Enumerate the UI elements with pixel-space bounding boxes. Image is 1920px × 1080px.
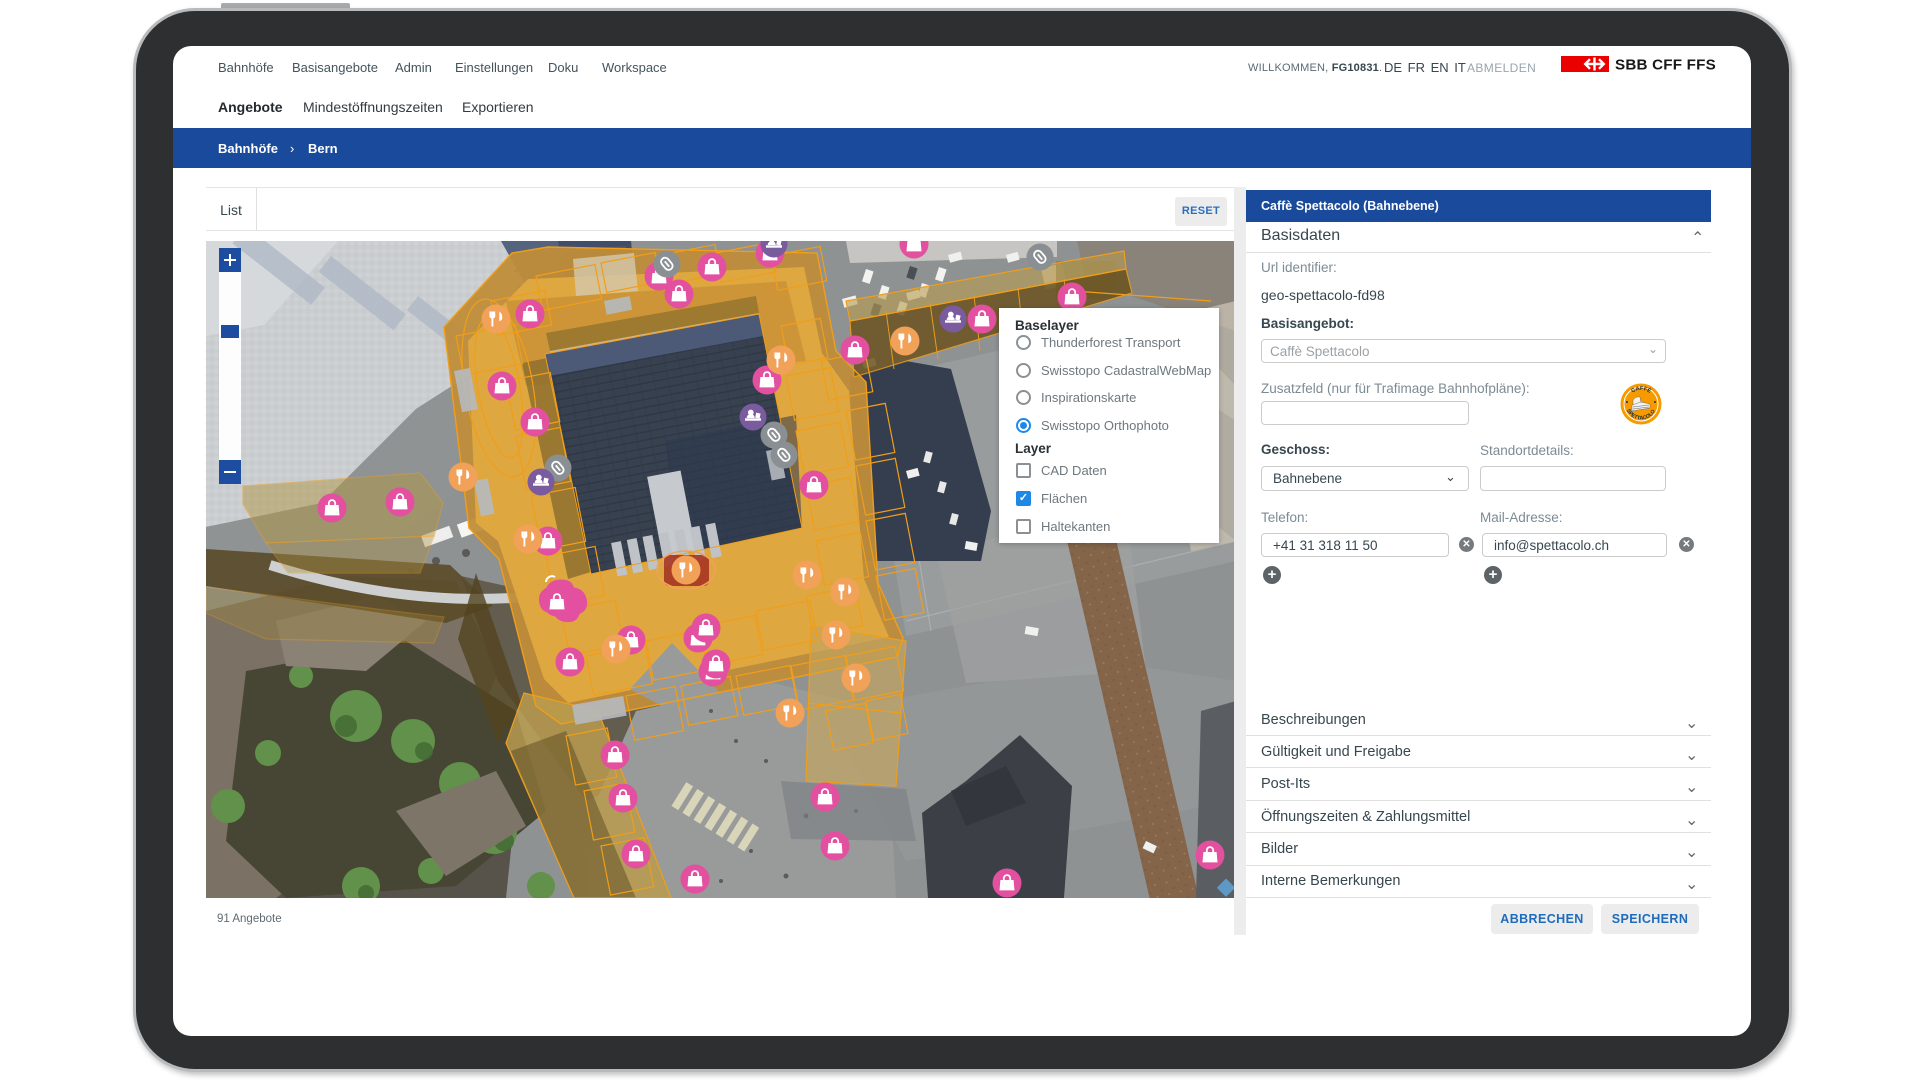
svg-text:SBB CFF FFS: SBB CFF FFS <box>1615 57 1716 73</box>
